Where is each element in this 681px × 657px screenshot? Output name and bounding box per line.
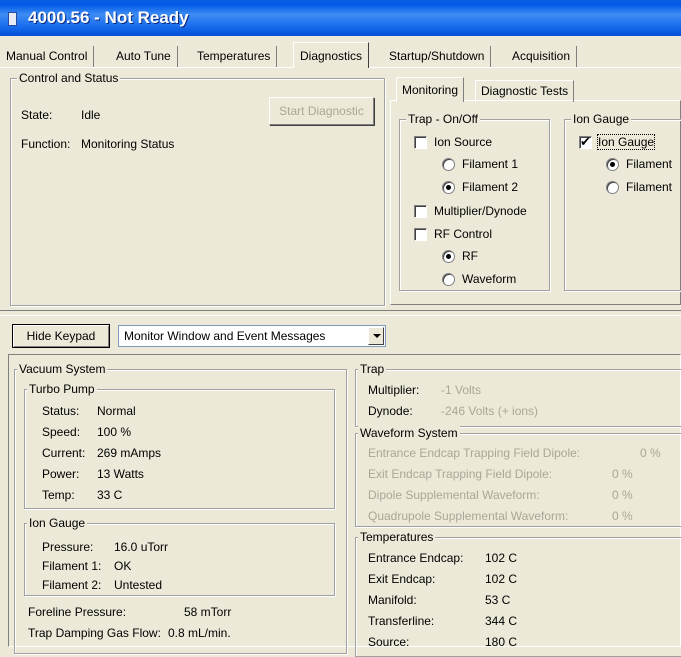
subtab-monitoring[interactable]: Monitoring [396, 77, 465, 102]
monitor-select[interactable]: Monitor Window and Event Messages [118, 325, 386, 347]
wf-row4-label: Quadrupole Supplemental Waveform: [368, 509, 569, 523]
ion-source-checkbox[interactable] [414, 136, 427, 149]
waveform-system-title: Waveform System [358, 426, 460, 440]
rf-label: RF [462, 249, 478, 263]
temp-transferline-value: 344 C [485, 614, 518, 628]
trap-dynode-label: Dynode: [368, 404, 413, 418]
temperatures-title: Temperatures [358, 530, 436, 544]
multiplier-label: Multiplier/Dynode [434, 204, 527, 218]
turbo-power-value: 13 Watts [97, 467, 144, 481]
wf-row1-value: 0 % [640, 446, 661, 460]
damping-label: Trap Damping Gas Flow: [28, 626, 161, 640]
turbo-current-label: Current: [42, 446, 86, 460]
ig-filament2-radio[interactable] [606, 181, 619, 194]
subtab-diagnostic-tests[interactable]: Diagnostic Tests [475, 80, 575, 102]
window-title: 4000.56 - Not Ready [28, 8, 189, 27]
ion-gauge-title: Ion Gauge [27, 516, 88, 530]
filament1-radio[interactable] [442, 158, 455, 171]
rf-control-label: RF Control [434, 227, 493, 241]
damping-value: 0.8 mL/min. [168, 626, 231, 640]
state-value: Idle [81, 108, 101, 122]
tab-diagnostics[interactable]: Diagnostics [293, 42, 370, 68]
turbo-temp-value: 33 C [97, 488, 123, 502]
wf-row2-label: Exit Endcap Trapping Field Dipole: [368, 467, 553, 481]
ig-pressure-label: Pressure: [42, 540, 94, 554]
splitter[interactable] [0, 310, 681, 316]
radio-selected-dot [610, 162, 615, 167]
temp-exit-label: Exit Endcap: [368, 572, 436, 586]
tab-temperatures[interactable]: Temperatures [191, 46, 278, 68]
rf-radio[interactable] [442, 250, 455, 263]
temp-manifold-label: Manifold: [368, 593, 417, 607]
ig-fil1-label: Filament 1: [42, 559, 102, 573]
ig-fil2-label: Filament 2: [42, 578, 102, 592]
ig-pressure-value: 16.0 uTorr [114, 540, 169, 554]
turbo-status-label: Status: [42, 404, 80, 418]
state-label: State: [21, 108, 53, 122]
ig-fil1-value: OK [114, 559, 132, 573]
turbo-speed-label: Speed: [42, 425, 81, 439]
hide-keypad-button[interactable]: Hide Keypad [12, 324, 110, 348]
dropdown-button[interactable] [368, 327, 384, 345]
chevron-down-icon [373, 334, 381, 338]
temp-manifold-value: 53 C [485, 593, 511, 607]
ion-gauge-label: Ion Gauge [596, 134, 656, 150]
turbo-pump-title: Turbo Pump [27, 382, 97, 396]
trap-onoff-title: Trap - On/Off [406, 112, 481, 126]
trap-title: Trap [358, 362, 387, 376]
ion-gauge-top-title: Ion Gauge [571, 112, 632, 126]
temp-entrance-label: Entrance Endcap: [368, 551, 464, 565]
vacuum-system-title: Vacuum System [17, 362, 108, 376]
ion-source-label: Ion Source [434, 135, 493, 149]
waveform-radio[interactable] [442, 273, 455, 286]
wf-row2-value: 0 % [612, 467, 633, 481]
filament1-label: Filament 1 [462, 157, 519, 171]
monitor-select-value: Monitor Window and Event Messages [124, 329, 326, 343]
turbo-temp-label: Temp: [42, 488, 75, 502]
filament2-radio[interactable] [442, 181, 455, 194]
check-icon: ✔ [580, 134, 591, 149]
turbo-power-label: Power: [42, 467, 80, 481]
control-status-title: Control and Status [17, 71, 121, 85]
start-diagnostic-button[interactable]: Start Diagnostic [269, 97, 374, 125]
ig-fil2-value: Untested [114, 578, 163, 592]
app-icon [8, 12, 17, 26]
ig-filament1-radio[interactable] [606, 158, 619, 171]
ig-filament1-label: Filament [626, 157, 673, 171]
turbo-current-value: 269 mAmps [97, 446, 162, 460]
temp-exit-value: 102 C [485, 572, 518, 586]
wf-row3-value: 0 % [612, 488, 633, 502]
filament2-label: Filament 2 [462, 180, 519, 194]
radio-selected-dot [446, 254, 451, 259]
trap-multiplier-label: Multiplier: [368, 383, 420, 397]
wf-row3-label: Dipole Supplemental Waveform: [368, 488, 540, 502]
ig-filament2-label: Filament [626, 180, 673, 194]
tab-manual-control[interactable]: Manual Control [0, 46, 95, 68]
tab-auto-tune[interactable]: Auto Tune [110, 46, 178, 68]
rf-control-checkbox[interactable] [414, 228, 427, 241]
wf-row1-label: Entrance Endcap Trapping Field Dipole: [368, 446, 581, 460]
trap-group: Trap [355, 362, 681, 427]
tab-acquisition[interactable]: Acquisition [506, 46, 578, 68]
waveform-label: Waveform [462, 272, 517, 286]
temp-transferline-label: Transferline: [368, 614, 435, 628]
multiplier-checkbox[interactable] [414, 205, 427, 218]
ion-gauge-checkbox[interactable]: ✔ [579, 134, 592, 149]
foreline-value: 58 mTorr [184, 605, 232, 619]
trap-multiplier-value: -1 Volts [441, 383, 482, 397]
foreline-label: Foreline Pressure: [28, 605, 127, 619]
temp-entrance-value: 102 C [485, 551, 518, 565]
tab-startup-shutdown[interactable]: Startup/Shutdown [383, 46, 492, 68]
trap-dynode-value: -246 Volts (+ ions) [441, 404, 539, 418]
turbo-speed-value: 100 % [97, 425, 132, 439]
title-bar[interactable]: 4000.56 - Not Ready [0, 0, 681, 36]
turbo-status-value: Normal [97, 404, 136, 418]
radio-selected-dot [446, 185, 451, 190]
function-value: Monitoring Status [81, 137, 175, 151]
wf-row4-value: 0 % [612, 509, 633, 523]
function-label: Function: [21, 137, 71, 151]
